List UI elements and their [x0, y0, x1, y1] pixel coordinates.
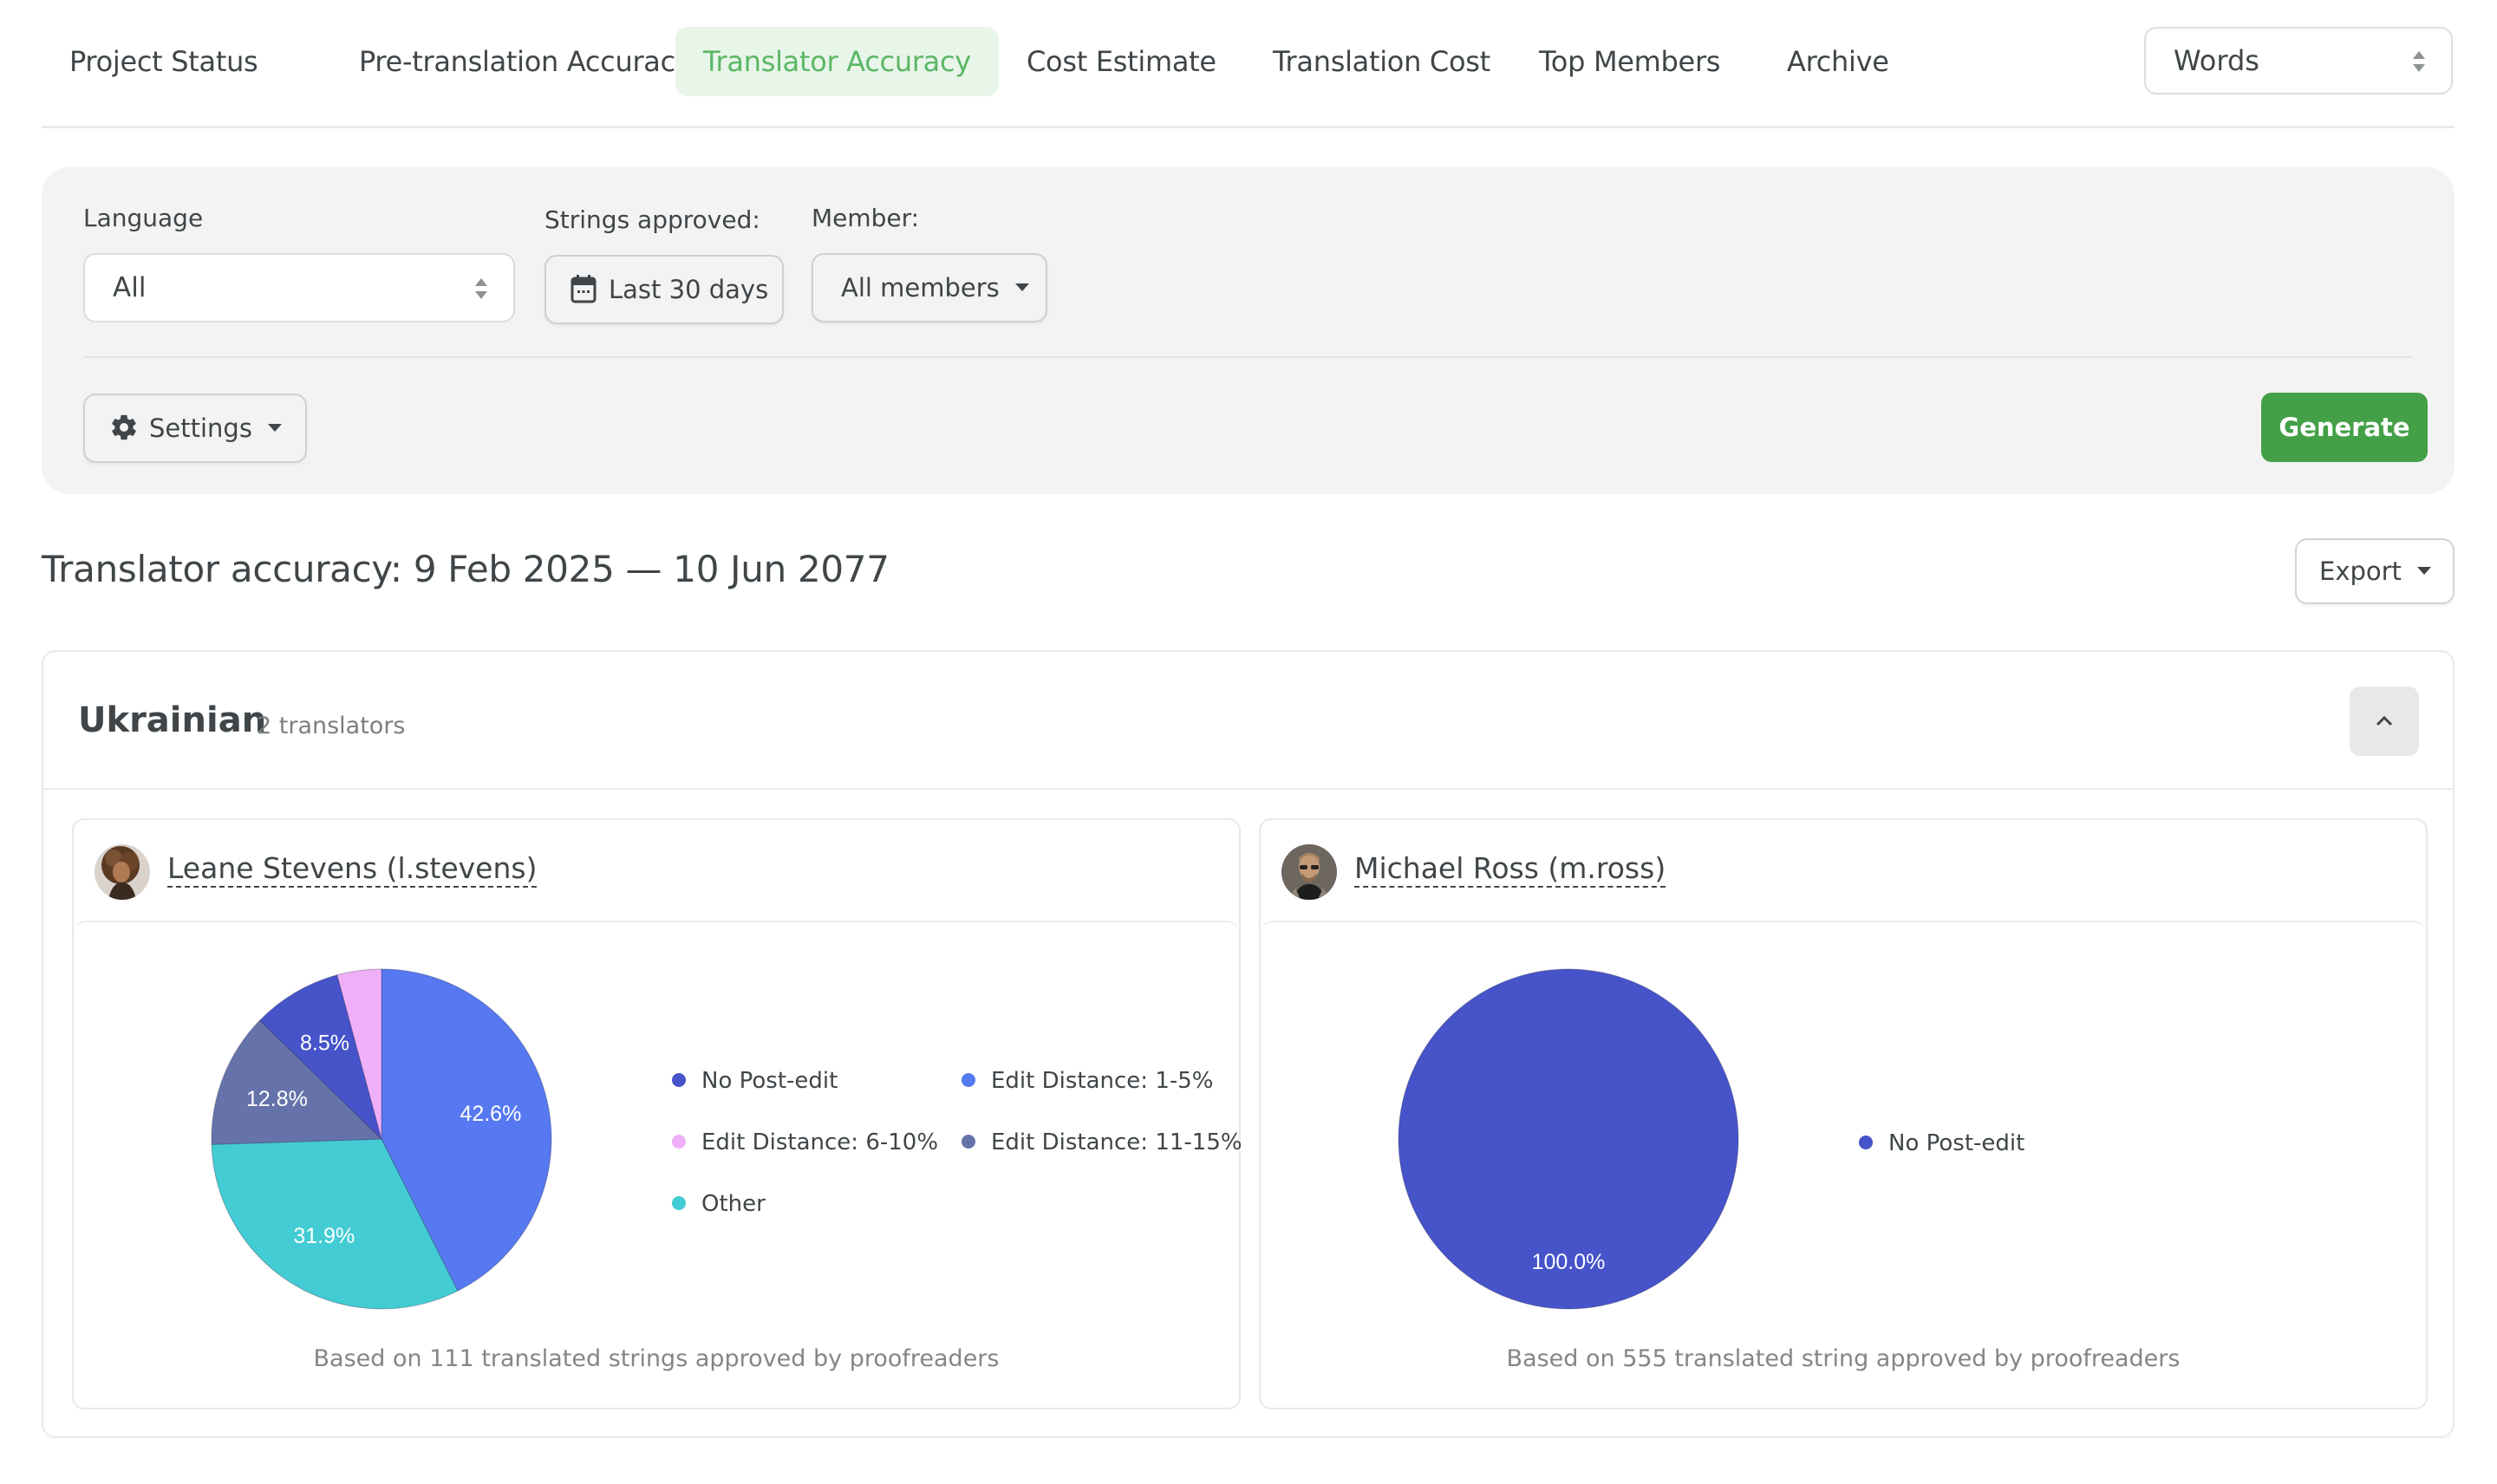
chart-container: 100.0% No Post-edit Based on 555 transla… — [1261, 921, 2426, 1409]
legend-color-dot — [1859, 1135, 1873, 1149]
legend-color-dot — [672, 1195, 686, 1210]
pie-chart: 100.0% — [1398, 968, 1739, 1310]
tab-translation-cost[interactable]: Translation Cost — [1245, 27, 1518, 96]
tab-cost-estimate[interactable]: Cost Estimate — [999, 27, 1244, 96]
legend-item[interactable]: No Post-edit — [1859, 1130, 2024, 1156]
legend-label: No Post-edit — [1888, 1130, 2025, 1156]
tab-top-members[interactable]: Top Members — [1511, 27, 1748, 96]
legend-label: Edit Distance: 6-10% — [701, 1129, 939, 1155]
language-name: Ukrainian — [78, 700, 267, 740]
legend-item[interactable]: Edit Distance: 6-10% — [672, 1129, 938, 1155]
legend-label: Other — [701, 1191, 766, 1217]
card-header-divider — [43, 788, 2453, 790]
translator-card: Michael Ross (m.ross) 100.0% No Post-edi… — [1259, 818, 2428, 1409]
pie-data-label: 31.9% — [293, 1224, 355, 1248]
legend-item[interactable]: Other — [672, 1191, 766, 1217]
chart-container: 42.6% 31.9% 12.8% 8.5% No Post-edit Edit Dis… — [74, 921, 1242, 1409]
generate-button[interactable]: Generate — [2261, 393, 2428, 462]
report-tabs-nav: Project Status Pre-translation Accuracy … — [42, 0, 2455, 128]
tab-archive[interactable]: Archive — [1759, 27, 1917, 96]
collapse-button[interactable] — [2350, 687, 2419, 756]
legend-label: Edit Distance: 11-15% — [991, 1129, 1242, 1155]
settings-dropdown-button[interactable]: Settings — [83, 394, 307, 463]
translator-card-header: Michael Ross (m.ross) — [1261, 820, 2426, 921]
legend-item[interactable]: Edit Distance: 1-5% — [962, 1068, 1214, 1094]
chevron-up-icon — [2376, 715, 2393, 726]
caret-down-icon — [267, 423, 282, 432]
translator-card: Leane Stevens (l.stevens) 42.6% 31.9% 12.8… — [72, 818, 1242, 1409]
member-dropdown[interactable]: All members — [812, 253, 1047, 322]
avatar — [1281, 844, 1337, 900]
tab-project-status[interactable]: Project Status — [42, 27, 285, 96]
legend-color-dot — [962, 1072, 975, 1087]
translator-count: 2 translators — [257, 713, 406, 739]
select-arrows-icon — [475, 278, 487, 299]
translator-name-link[interactable]: Leane Stevens (l.stevens) — [167, 851, 538, 888]
legend-color-dot — [962, 1134, 975, 1149]
language-label: Language — [83, 204, 204, 232]
chart-footnote: Based on 111 translated strings approved… — [313, 1345, 1000, 1372]
member-label: Member: — [812, 204, 920, 232]
language-group-card: Ukrainian 2 translators Leane Stevens (l… — [42, 650, 2455, 1438]
legend-color-dot — [672, 1072, 686, 1087]
legend-label: Edit Distance: 1-5% — [991, 1068, 1214, 1094]
legend-item[interactable]: Edit Distance: 11-15% — [962, 1129, 1242, 1155]
caret-down-icon — [1014, 283, 1029, 291]
member-dropdown-value: All members — [841, 273, 1000, 303]
language-select-value: All — [113, 272, 147, 303]
tab-pre-translation-accuracy[interactable]: Pre-translation Accuracy — [331, 27, 720, 96]
units-select-value: Words — [2174, 44, 2259, 77]
pie-data-label: 12.8% — [246, 1087, 308, 1111]
chart-footnote: Based on 555 translated string approved … — [1506, 1345, 2181, 1372]
tab-translator-accuracy[interactable]: Translator Accuracy — [675, 27, 999, 96]
units-select[interactable]: Words — [2144, 27, 2453, 94]
pie-data-label: 42.6% — [460, 1102, 521, 1126]
export-dropdown-button[interactable]: Export — [2295, 538, 2455, 604]
pie-chart: 42.6% 31.9% 12.8% 8.5% — [211, 968, 552, 1310]
translator-name-link[interactable]: Michael Ross (m.ross) — [1354, 851, 1666, 888]
language-select[interactable]: All — [83, 253, 515, 322]
legend-label: No Post-edit — [701, 1068, 838, 1094]
panel-divider — [83, 356, 2413, 358]
export-label: Export — [2319, 556, 2402, 586]
date-range-value: Last 30 days — [609, 275, 769, 304]
pie-data-label: 8.5% — [300, 1031, 349, 1055]
date-range-button[interactable]: Last 30 days — [544, 255, 784, 324]
calendar-icon — [570, 275, 597, 303]
pie-data-label: 100.0% — [1532, 1250, 1606, 1274]
translator-card-header: Leane Stevens (l.stevens) — [74, 820, 1239, 921]
report-title: Translator accuracy: 9 Feb 2025 — 10 Jun… — [42, 548, 890, 590]
select-arrows-icon — [2413, 51, 2425, 72]
settings-label: Settings — [149, 413, 252, 443]
avatar — [95, 844, 150, 900]
legend-color-dot — [672, 1134, 686, 1149]
strings-approved-label: Strings approved: — [544, 205, 760, 234]
filter-panel: Language All Strings approved: Last 30 d… — [42, 167, 2455, 494]
gear-icon — [112, 414, 136, 440]
caret-down-icon — [2416, 566, 2431, 575]
legend-item[interactable]: No Post-edit — [672, 1068, 838, 1094]
